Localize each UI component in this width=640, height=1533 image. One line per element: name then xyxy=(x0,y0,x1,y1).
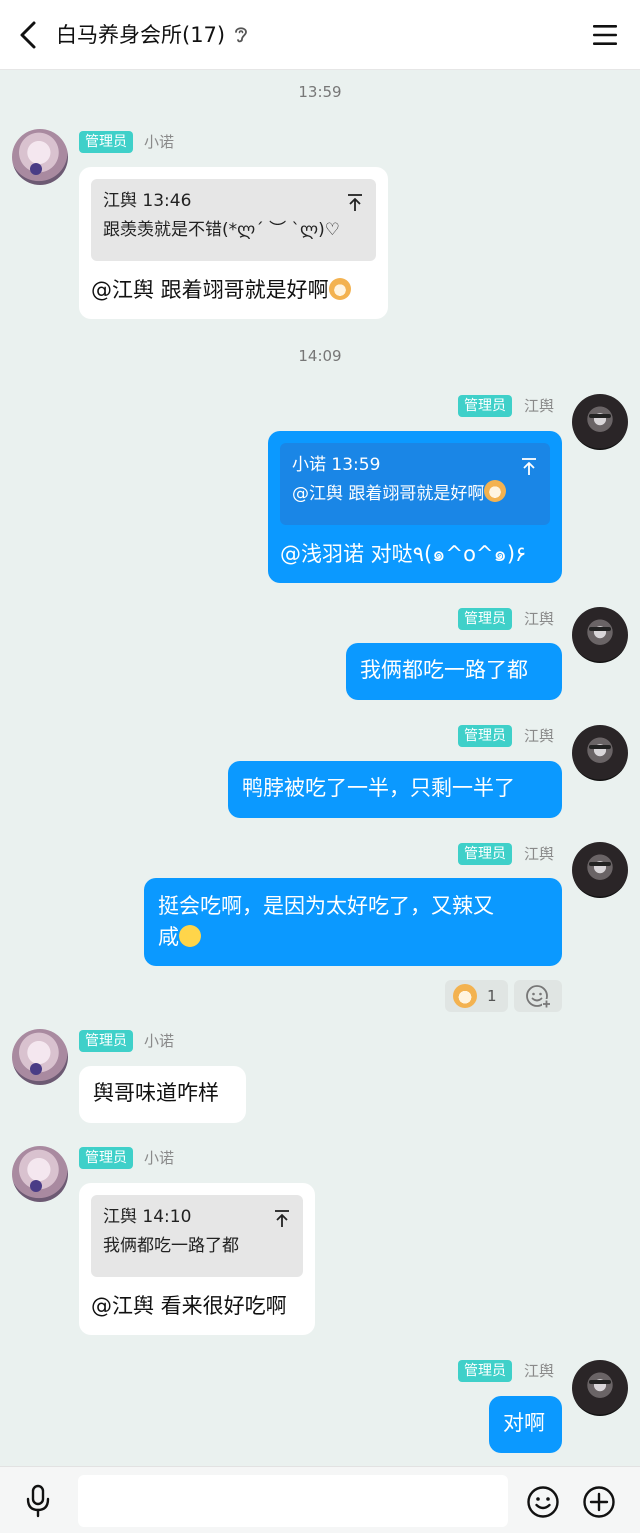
sender-name: 江舆 xyxy=(524,610,555,628)
message-text: @浅羽诺 对哒٩(๑^o^๑)۶ xyxy=(280,542,527,566)
quote-author-time: 江舆 14:10 xyxy=(103,1207,192,1227)
admin-badge: 管理员 xyxy=(458,395,512,417)
emoji-icon xyxy=(527,1486,559,1518)
message-input[interactable] xyxy=(78,1475,508,1527)
message-text: @江舆 看来很好吃啊 xyxy=(91,1294,287,1318)
sender-name: 江舆 xyxy=(524,1362,555,1380)
sender-name: 小诺 xyxy=(144,1149,175,1167)
jump-to-quote-icon xyxy=(522,458,536,475)
sender-name: 江舆 xyxy=(524,727,555,745)
jump-to-quote-icon xyxy=(348,194,362,211)
avatar-xiaonuo[interactable] xyxy=(12,129,68,185)
timestamp: 13:59 xyxy=(298,83,342,101)
emoji-button[interactable] xyxy=(524,1483,562,1521)
plus-circle-icon xyxy=(583,1486,615,1518)
message-bubble[interactable]: 舆哥味道咋样 xyxy=(79,1066,246,1123)
message-bubble[interactable]: 江舆 14:10 我俩都吃一路了都 @江舆 看来很好吃啊 xyxy=(79,1183,315,1335)
message-text: @江舆 跟着翊哥就是好啊 xyxy=(91,278,329,302)
avatar-jiangyu[interactable] xyxy=(572,607,628,663)
add-reaction-button[interactable] xyxy=(514,980,562,1012)
dog-emoji-icon xyxy=(453,984,477,1008)
quoted-message[interactable]: 小诺 13:59 @江舆 跟着翊哥就是好啊 xyxy=(280,443,550,525)
avatar-jiangyu[interactable] xyxy=(572,394,628,450)
quote-author-time: 江舆 13:46 xyxy=(103,191,192,211)
quote-text: 跟羡羡就是不错(*ლ´ ︶ `ლ)♡ xyxy=(103,220,341,240)
message-text: 对啊 xyxy=(503,1411,545,1435)
microphone-icon xyxy=(26,1484,50,1518)
sender-name: 江舆 xyxy=(524,397,555,415)
chevron-left-icon xyxy=(20,21,36,49)
avatar-xiaonuo[interactable] xyxy=(12,1029,68,1085)
message-bubble[interactable]: 小诺 13:59 @江舆 跟着翊哥就是好啊 @浅羽诺 对哒٩(๑^o^๑)۶ xyxy=(268,431,562,583)
admin-badge: 管理员 xyxy=(79,131,133,153)
quote-text: 我俩都吃一路了都 xyxy=(103,1236,239,1256)
ear-icon xyxy=(233,24,249,44)
message-bubble[interactable]: 挺会吃啊，是因为太好吃了，又辣又 咸 xyxy=(144,878,562,966)
admin-badge: 管理员 xyxy=(458,725,512,747)
jump-to-quote-icon xyxy=(275,1210,289,1227)
message-text-line: 咸 xyxy=(158,925,179,949)
admin-badge: 管理员 xyxy=(458,1360,512,1382)
sender-name: 小诺 xyxy=(144,133,175,151)
chat-header: 白马养身会所(17) xyxy=(0,0,640,70)
quoted-message[interactable]: 江舆 13:46 跟羡羡就是不错(*ლ´ ︶ `ლ)♡ xyxy=(91,179,376,261)
laugh-emoji-icon xyxy=(179,925,201,947)
message-text: 我俩都吃一路了都 xyxy=(360,658,528,682)
timestamp: 14:09 xyxy=(298,347,342,365)
admin-badge: 管理员 xyxy=(458,843,512,865)
message-bubble[interactable]: 对啊 xyxy=(489,1396,562,1453)
sender-name: 江舆 xyxy=(524,845,555,863)
voice-button[interactable] xyxy=(20,1483,56,1519)
admin-badge: 管理员 xyxy=(458,608,512,630)
reaction-count: 1 xyxy=(487,987,497,1005)
avatar-jiangyu[interactable] xyxy=(572,842,628,898)
input-bar xyxy=(0,1466,640,1533)
back-button[interactable] xyxy=(10,14,46,56)
group-name: 白马养身会所(17) xyxy=(56,23,226,47)
quote-text: @江舆 跟着翊哥就是好啊 xyxy=(292,484,485,504)
menu-icon xyxy=(593,25,617,45)
add-reaction-icon xyxy=(526,985,551,1008)
message-bubble[interactable]: 鸭脖被吃了一半，只剩一半了 xyxy=(228,761,562,818)
admin-badge: 管理员 xyxy=(79,1030,133,1052)
reaction-dog[interactable]: 1 xyxy=(445,980,508,1012)
avatar-jiangyu[interactable] xyxy=(572,1360,628,1416)
dog-emoji-icon xyxy=(484,480,507,502)
avatar-xiaonuo[interactable] xyxy=(12,1146,68,1202)
chat-title[interactable]: 白马养身会所(17) xyxy=(56,19,249,49)
message-bubble[interactable]: 江舆 13:46 跟羡羡就是不错(*ლ´ ︶ `ლ)♡ @江舆 跟着翊哥就是好啊 xyxy=(79,167,388,319)
avatar-jiangyu[interactable] xyxy=(572,725,628,781)
message-text: 舆哥味道咋样 xyxy=(93,1081,219,1105)
quoted-message[interactable]: 江舆 14:10 我俩都吃一路了都 xyxy=(91,1195,303,1277)
quote-author-time: 小诺 13:59 xyxy=(292,455,381,475)
menu-button[interactable] xyxy=(588,18,622,52)
admin-badge: 管理员 xyxy=(79,1147,133,1169)
sender-name: 小诺 xyxy=(144,1032,175,1050)
message-text-line: 挺会吃啊，是因为太好吃了，又辣又 xyxy=(158,894,494,918)
message-bubble[interactable]: 我俩都吃一路了都 xyxy=(346,643,562,700)
message-text: 鸭脖被吃了一半，只剩一半了 xyxy=(242,776,515,800)
more-button[interactable] xyxy=(580,1483,618,1521)
dog-emoji-icon xyxy=(328,278,351,300)
